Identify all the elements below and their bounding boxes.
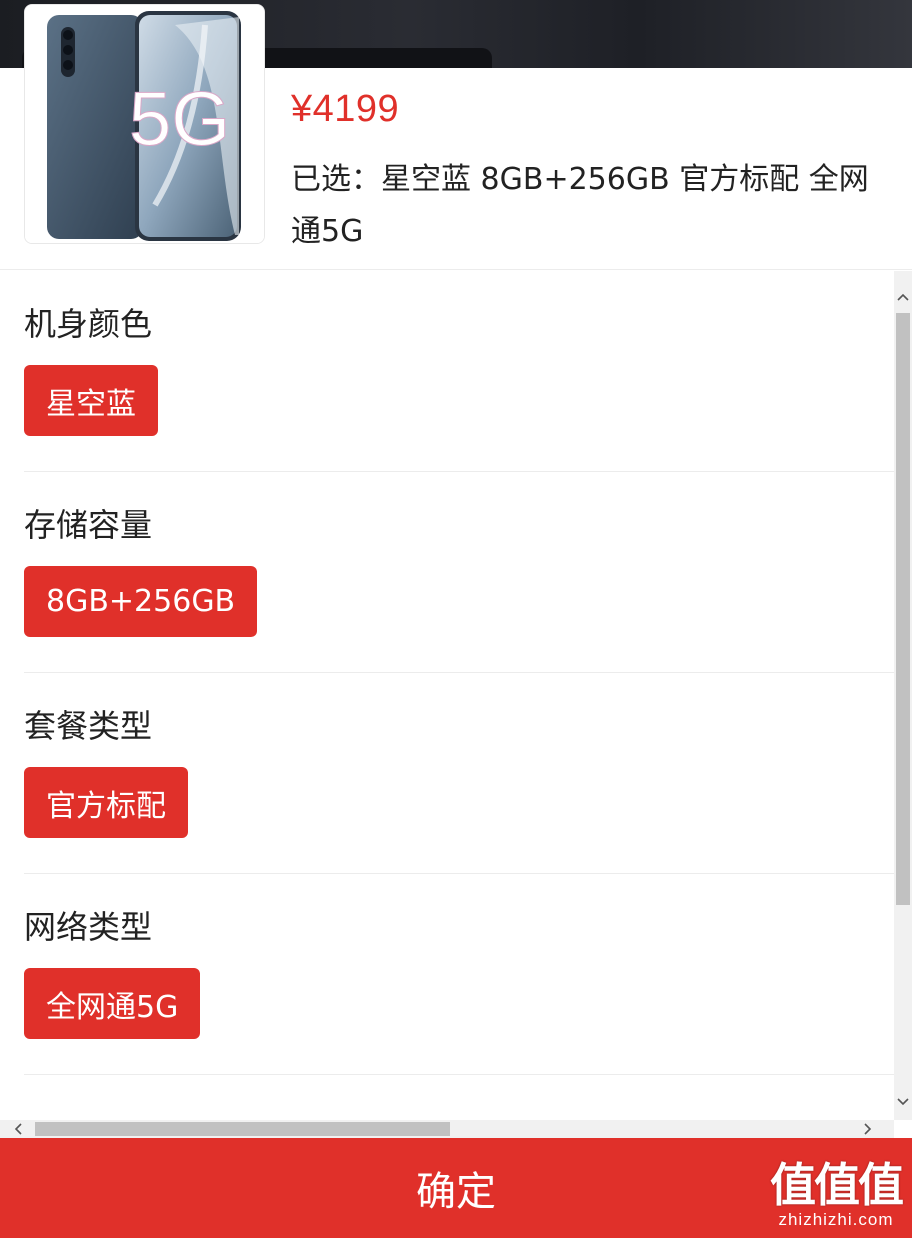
chevron-left-icon[interactable]	[8, 1120, 28, 1138]
option-title: 存储容量	[24, 506, 153, 544]
chevron-right-icon[interactable]	[858, 1120, 878, 1138]
watermark-logo: 值值值	[770, 1158, 904, 1212]
product-thumbnail: 5G	[24, 4, 265, 244]
chevron-up-icon[interactable]	[894, 287, 912, 307]
option-group-storage: 存储容量 8GB+256GB	[24, 472, 894, 673]
option-title: 网络类型	[24, 908, 153, 946]
confirm-button-label: 确定	[416, 1169, 496, 1215]
option-title: 套餐类型	[24, 707, 153, 745]
horizontal-scroll-thumb[interactable]	[35, 1122, 450, 1136]
selected-spec-summary: 已选：星空蓝 8GB+256GB 官方标配 全网通5G	[291, 162, 869, 249]
option-group-color: 机身颜色 星空蓝	[24, 271, 894, 472]
watermark-url: zhizhizhi.com	[778, 1210, 894, 1229]
phone-image: 5G	[25, 5, 264, 243]
option-chip-selected[interactable]: 星空蓝	[24, 365, 158, 436]
vertical-scroll-thumb[interactable]	[896, 313, 910, 905]
option-chip-selected[interactable]: 8GB+256GB	[24, 566, 258, 637]
watermark: 值值值 zhizhizhi.com	[770, 1158, 904, 1230]
options-list[interactable]: 机身颜色 星空蓝 存储容量 8GB+256GB 套餐类型 官方标配 网络类型 全…	[0, 271, 894, 1120]
option-group-package: 套餐类型 官方标配	[24, 673, 894, 874]
chevron-down-icon[interactable]	[894, 1092, 912, 1112]
option-chip-selected[interactable]: 全网通5G	[24, 968, 201, 1039]
horizontal-scrollbar[interactable]	[0, 1120, 894, 1138]
option-title: 机身颜色	[24, 305, 153, 343]
vertical-scrollbar[interactable]	[894, 271, 912, 1120]
product-price: ¥4199	[291, 88, 400, 130]
option-chip-selected[interactable]: 官方标配	[24, 767, 188, 838]
product-image-5g-text: 5G	[129, 77, 230, 162]
spec-selection-sheet: 5G ¥4199 已选：星空蓝 8GB+256GB 官方标配 全网通5G 机身颜…	[0, 4, 912, 1238]
option-group-network: 网络类型 全网通5G	[24, 874, 894, 1075]
product-header: 5G ¥4199 已选：星空蓝 8GB+256GB 官方标配 全网通5G	[0, 4, 912, 270]
